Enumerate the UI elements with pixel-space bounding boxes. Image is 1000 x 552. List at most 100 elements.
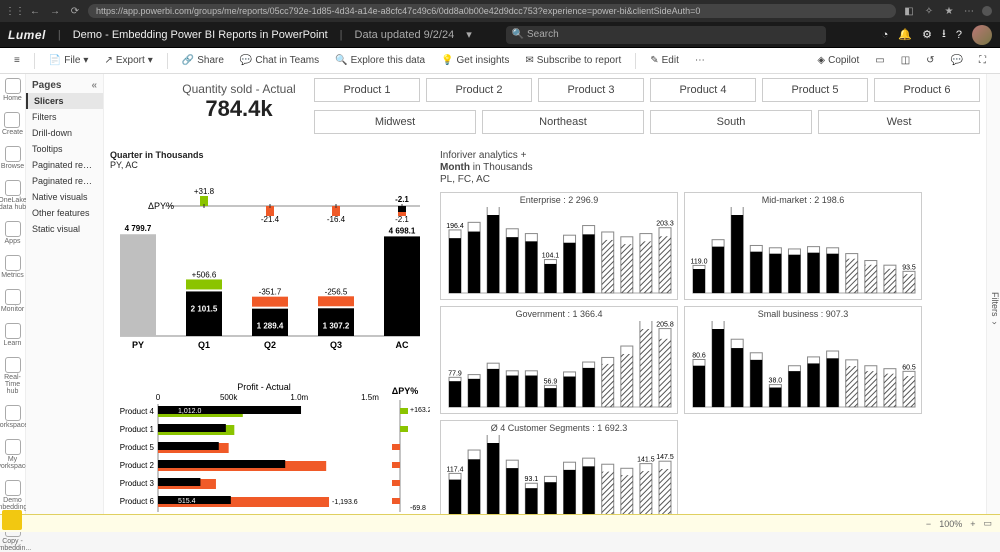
svg-text:ΔPY%: ΔPY% bbox=[392, 386, 418, 396]
toolbar-more[interactable]: ⋯ bbox=[689, 53, 711, 68]
more-icon[interactable]: ⋯ bbox=[962, 4, 976, 18]
svg-text:104.1: 104.1 bbox=[542, 253, 560, 260]
quarter-waterfall-visual[interactable]: Quarter in Thousands PY, AC ΔPY%4 799.7P… bbox=[110, 150, 430, 360]
nav-metrics[interactable]: Metrics bbox=[1, 255, 24, 279]
nav-rail: Home Create Browse OneLake data hub Apps Metr… bbox=[0, 74, 26, 532]
page-other-features[interactable]: Other features bbox=[26, 205, 103, 221]
slicer-midwest[interactable]: Midwest bbox=[314, 110, 476, 134]
page-drill-down[interactable]: Drill-down bbox=[26, 125, 103, 141]
svg-text:203.3: 203.3 bbox=[656, 221, 674, 228]
pages-toggle[interactable]: ≡ bbox=[8, 53, 26, 68]
view-button[interactable]: ◫ bbox=[895, 53, 916, 68]
avatar[interactable] bbox=[972, 25, 992, 45]
svg-text:147.5: 147.5 bbox=[656, 454, 674, 461]
zoom-out-icon[interactable]: − bbox=[926, 519, 931, 529]
slicer-product-4[interactable]: Product 4 bbox=[650, 78, 756, 102]
nav-learn[interactable]: Learn bbox=[4, 323, 22, 347]
svg-text:500k: 500k bbox=[220, 393, 238, 402]
subscribe-button[interactable]: ✉ Subscribe to report bbox=[519, 53, 627, 68]
svg-text:1,012.0: 1,012.0 bbox=[178, 408, 201, 415]
nav-onelake-data-hub[interactable]: OneLake data hub bbox=[0, 180, 27, 211]
favorites-icon[interactable]: ★ bbox=[942, 4, 956, 18]
slicer-south[interactable]: South bbox=[650, 110, 812, 134]
profit-bar-visual[interactable]: Profit - Actual0500k1.0m1.5mΔPY%Product … bbox=[110, 380, 430, 532]
extensions-icon[interactable]: ✧ bbox=[922, 4, 936, 18]
back-icon[interactable]: ← bbox=[28, 4, 42, 18]
svg-text:141.5: 141.5 bbox=[637, 457, 655, 464]
svg-text:-69.8: -69.8 bbox=[410, 505, 426, 512]
sm-card-small-business[interactable]: Small business : 907.380.6152.238.060.5 bbox=[684, 306, 922, 414]
svg-text:AC: AC bbox=[396, 340, 409, 350]
svg-text:-256.5: -256.5 bbox=[325, 287, 348, 296]
edit-button[interactable]: ✎ Edit bbox=[644, 53, 685, 68]
settings-icon[interactable]: ⚙ bbox=[922, 28, 932, 41]
nav-my-workspace[interactable]: My workspace bbox=[0, 439, 29, 470]
slicer-product-1[interactable]: Product 1 bbox=[314, 78, 420, 102]
filters-pane-collapsed[interactable]: Filters › bbox=[986, 74, 1000, 532]
nav-browse[interactable]: Browse bbox=[1, 146, 24, 170]
zoom-level: 100% bbox=[939, 519, 962, 529]
svg-text:Q1: Q1 bbox=[198, 340, 210, 350]
svg-text:77.9: 77.9 bbox=[448, 370, 462, 377]
sm-card-government[interactable]: Government : 1 366.477.956.9235.4205.8 bbox=[440, 306, 678, 414]
report-toolbar: ≡ 📄 File ▾ ↗ Export ▾ 🔗 Share 💬 Chat in … bbox=[0, 48, 1000, 74]
nav-home[interactable]: Home bbox=[3, 78, 22, 102]
nav-real-time-hub[interactable]: Real-Time hub bbox=[0, 357, 25, 395]
svg-text:Product 2: Product 2 bbox=[120, 461, 155, 470]
month-small-multiples[interactable]: Inforiver analytics + Month in Thousands… bbox=[440, 150, 980, 528]
fullscreen-button[interactable]: ⛶ bbox=[973, 53, 992, 68]
chat-teams-button[interactable]: 💬 Chat in Teams bbox=[234, 53, 325, 68]
zoom-in-icon[interactable]: + bbox=[970, 519, 975, 529]
global-search[interactable]: 🔍 Search bbox=[506, 26, 826, 44]
svg-text:PY: PY bbox=[132, 340, 144, 350]
page-native-visuals[interactable]: Native visuals bbox=[26, 189, 103, 205]
help-icon[interactable]: ? bbox=[956, 29, 962, 41]
svg-text:ΔPY%: ΔPY% bbox=[148, 201, 174, 211]
svg-text:-351.7: -351.7 bbox=[259, 288, 282, 297]
trial-icon[interactable]: ◔ bbox=[882, 29, 889, 41]
nav-create[interactable]: Create bbox=[2, 112, 23, 136]
copilot-button[interactable]: ◈ Copilot bbox=[811, 53, 865, 68]
svg-text:38.0: 38.0 bbox=[769, 378, 783, 385]
menu-icon[interactable]: ⋮⋮ bbox=[8, 4, 22, 18]
page-tooltips[interactable]: Tooltips bbox=[26, 141, 103, 157]
sm-card-mid-market[interactable]: Mid-market : 2 198.6119.0386.993.5 bbox=[684, 192, 922, 300]
pages-collapse-icon[interactable]: « bbox=[91, 80, 97, 91]
svg-text:+627.5: +627.5 bbox=[246, 409, 268, 416]
bookmark-button[interactable]: ▭ bbox=[869, 53, 890, 68]
sm-card--customer-segments[interactable]: Ø 4 Customer Segments : 1 692.3117.4221.… bbox=[440, 420, 678, 528]
slicer-product-3[interactable]: Product 3 bbox=[538, 78, 644, 102]
page-filters[interactable]: Filters bbox=[26, 109, 103, 125]
download-icon[interactable]: ⭳ bbox=[942, 25, 946, 44]
export-menu[interactable]: ↗ Export ▾ bbox=[98, 53, 158, 68]
address-bar[interactable]: https://app.powerbi.com/groups/me/report… bbox=[88, 4, 896, 18]
svg-text:Product 3: Product 3 bbox=[120, 479, 155, 488]
profile-icon[interactable] bbox=[982, 6, 992, 16]
slicer-product-5[interactable]: Product 5 bbox=[762, 78, 868, 102]
page-slicers[interactable]: Slicers bbox=[26, 93, 103, 109]
page-paginated-reports[interactable]: Paginated reports bbox=[26, 157, 103, 173]
tracking-icon[interactable]: ◧ bbox=[902, 4, 916, 18]
page-static-visual[interactable]: Static visual bbox=[26, 221, 103, 237]
slicer-west[interactable]: West bbox=[818, 110, 980, 134]
sm-card-enterprise[interactable]: Enterprise : 2 296.9196.4279.3104.1203.3 bbox=[440, 192, 678, 300]
share-button[interactable]: 🔗 Share bbox=[176, 53, 230, 68]
file-menu[interactable]: 📄 File ▾ bbox=[43, 53, 95, 68]
svg-text:93.1: 93.1 bbox=[525, 476, 539, 483]
slicer-product-6[interactable]: Product 6 bbox=[874, 78, 980, 102]
comments-button[interactable]: 💬 bbox=[945, 53, 969, 68]
page-paginated-reports-[interactable]: Paginated reports - 2 bbox=[26, 173, 103, 189]
refresh-icon[interactable]: ⟳ bbox=[68, 4, 82, 18]
powerbi-badge bbox=[2, 510, 22, 530]
reset-button[interactable]: ↺ bbox=[920, 53, 940, 68]
explore-button[interactable]: 🔍 Explore this data bbox=[329, 53, 431, 68]
nav-apps[interactable]: Apps bbox=[5, 221, 21, 245]
insights-button[interactable]: 💡 Get insights bbox=[435, 53, 515, 68]
notifications-icon[interactable]: 🔔 bbox=[898, 28, 912, 41]
svg-text:-2.1: -2.1 bbox=[395, 195, 409, 204]
slicer-northeast[interactable]: Northeast bbox=[482, 110, 644, 134]
nav-monitor[interactable]: Monitor bbox=[1, 289, 24, 313]
forward-icon[interactable]: → bbox=[48, 4, 62, 18]
slicer-product-2[interactable]: Product 2 bbox=[426, 78, 532, 102]
fit-page-icon[interactable]: ▭ bbox=[983, 518, 992, 529]
